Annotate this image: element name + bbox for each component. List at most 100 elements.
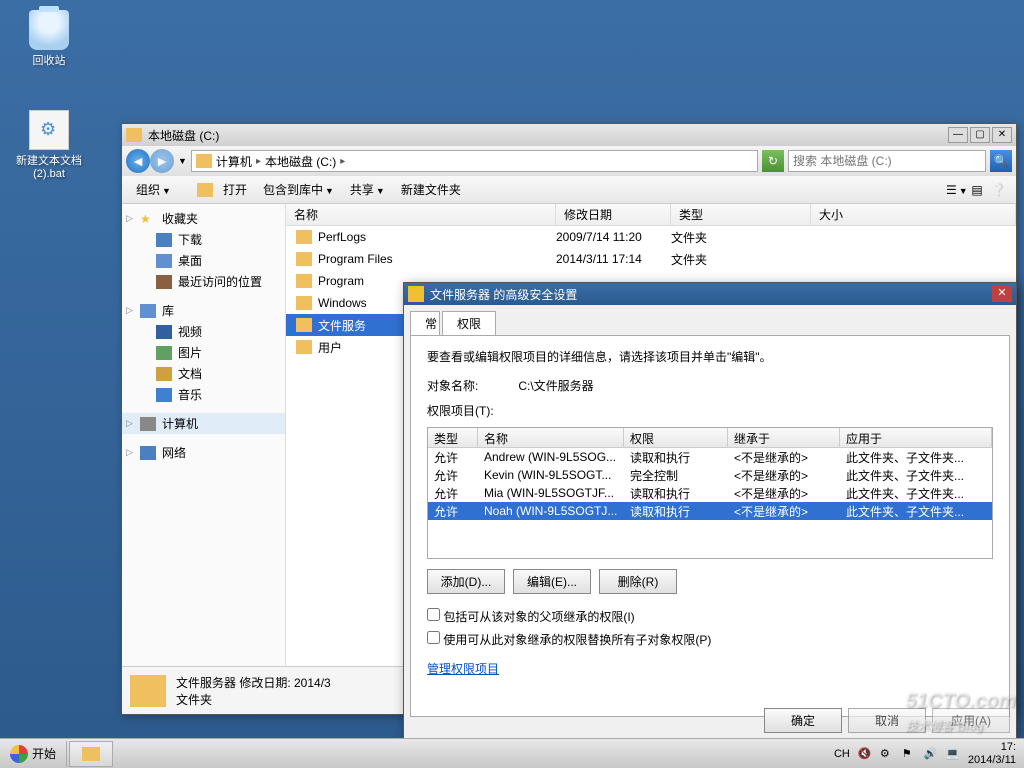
dialog-info: 要查看或编辑权限项目的详细信息，请选择该项目并单击"编辑"。 — [427, 348, 993, 365]
dialog-titlebar[interactable]: 文件服务器 的高级安全设置 ✕ — [404, 283, 1016, 305]
col-size[interactable]: 大小 — [811, 204, 1016, 225]
perm-row[interactable]: 允许Noah (WIN-9L5SOGTJ...读取和执行<不是继承的>此文件夹、… — [428, 502, 992, 520]
search-button[interactable]: 🔍 — [990, 150, 1012, 172]
picture-icon — [156, 346, 172, 360]
remove-button[interactable]: 删除(R) — [599, 569, 677, 594]
cancel-button[interactable]: 取消 — [848, 708, 926, 733]
perm-label: 权限项目(T): — [427, 402, 993, 419]
col-type[interactable]: 类型 — [671, 204, 811, 225]
search-input[interactable] — [793, 154, 981, 168]
open-button[interactable]: 打开 — [217, 179, 253, 200]
bat-file[interactable]: 新建文本文档 (2).bat — [14, 110, 84, 180]
add-button[interactable]: 添加(D)... — [427, 569, 505, 594]
tab-general[interactable]: 常 — [410, 311, 440, 335]
desktop-icon — [156, 254, 172, 268]
permission-table: 类型 名称 权限 继承于 应用于 允许Andrew (WIN-9L5SOG...… — [427, 427, 993, 559]
lang-indicator[interactable]: CH — [834, 748, 850, 760]
forward-button[interactable]: ► — [150, 149, 174, 173]
folder-icon — [296, 230, 312, 244]
col-inherit[interactable]: 继承于 — [728, 428, 840, 447]
sidebar: ★收藏夹 下载 桌面 最近访问的位置 库 视频 图片 文档 音乐 计算机 网络 — [122, 204, 286, 666]
toolbar: 组织▼ 打开 包含到库中▼ 共享▼ 新建文件夹 ☰▼ ▤ ❔ — [122, 176, 1016, 204]
sidebar-doc[interactable]: 文档 — [122, 363, 285, 384]
folder-icon — [296, 296, 312, 310]
share-menu[interactable]: 共享▼ — [344, 179, 391, 200]
tab-permissions[interactable]: 权限 — [442, 311, 496, 335]
tray-icon[interactable]: 🔇 — [858, 747, 872, 761]
clock[interactable]: 17: 2014/3/11 — [968, 741, 1016, 767]
nav-dropdown-icon[interactable]: ▼ — [178, 156, 187, 166]
breadcrumb-drive[interactable]: 本地磁盘 (C:) — [265, 153, 336, 170]
windows-icon — [10, 745, 28, 763]
col-apply[interactable]: 应用于 — [840, 428, 992, 447]
column-headers: 名称 修改日期 类型 大小 — [286, 204, 1016, 226]
col-name[interactable]: 名称 — [286, 204, 556, 225]
folder-icon — [296, 252, 312, 266]
back-button[interactable]: ◄ — [126, 149, 150, 173]
music-icon — [156, 388, 172, 402]
sidebar-computer[interactable]: 计算机 — [122, 413, 285, 434]
window-title: 本地磁盘 (C:) — [148, 127, 948, 144]
col-type[interactable]: 类型 — [428, 428, 478, 447]
col-name[interactable]: 名称 — [478, 428, 624, 447]
address-field[interactable]: 计算机 ▸ 本地磁盘 (C:) ▸ — [191, 150, 758, 172]
refresh-button[interactable]: ↻ — [762, 150, 784, 172]
object-value: C:\文件服务器 — [518, 379, 593, 393]
sidebar-favorites[interactable]: ★收藏夹 — [122, 208, 285, 229]
tray-icon[interactable]: ⚙ — [880, 747, 894, 761]
view-button[interactable]: ☰▼ — [946, 181, 964, 199]
inherit-checkbox[interactable] — [427, 608, 440, 621]
taskbar: 开始 CH 🔇 ⚙ ⚑ 🔊 💻 17: 2014/3/11 — [0, 738, 1024, 768]
system-tray: CH 🔇 ⚙ ⚑ 🔊 💻 17: 2014/3/11 — [826, 741, 1024, 767]
manage-link[interactable]: 管理权限项目 — [427, 662, 499, 676]
edit-button[interactable]: 编辑(E)... — [513, 569, 591, 594]
tray-icon[interactable]: ⚑ — [902, 747, 916, 761]
col-perm[interactable]: 权限 — [624, 428, 728, 447]
recycle-bin[interactable]: 回收站 — [14, 10, 84, 68]
folder-icon — [126, 128, 142, 142]
folder-icon — [296, 318, 312, 332]
folder-icon — [296, 274, 312, 288]
perm-row[interactable]: 允许Kevin (WIN-9L5SOGT...完全控制<不是继承的>此文件夹、子… — [428, 466, 992, 484]
col-date[interactable]: 修改日期 — [556, 204, 671, 225]
sidebar-downloads[interactable]: 下载 — [122, 229, 285, 250]
replace-checkbox[interactable] — [427, 631, 440, 644]
ok-button[interactable]: 确定 — [764, 708, 842, 733]
inherit-checkbox-label[interactable]: 包括可从该对象的父项继承的权限(I) — [427, 608, 993, 625]
newfolder-button[interactable]: 新建文件夹 — [395, 179, 467, 200]
close-button[interactable]: ✕ — [992, 127, 1012, 143]
breadcrumb-arrow-icon: ▸ — [340, 156, 345, 167]
perm-row[interactable]: 允许Andrew (WIN-9L5SOG...读取和执行<不是继承的>此文件夹、… — [428, 448, 992, 466]
start-button[interactable]: 开始 — [0, 741, 67, 767]
shield-icon — [408, 286, 424, 302]
titlebar[interactable]: 本地磁盘 (C:) — ▢ ✕ — [122, 124, 1016, 146]
sidebar-music[interactable]: 音乐 — [122, 384, 285, 405]
sidebar-library[interactable]: 库 — [122, 300, 285, 321]
replace-checkbox-label[interactable]: 使用可从此对象继承的权限替换所有子对象权限(P) — [427, 631, 993, 648]
folder-icon — [130, 675, 166, 707]
help-button[interactable]: ❔ — [990, 181, 1008, 199]
file-row[interactable]: Program Files2014/3/11 17:14文件夹 — [286, 248, 1016, 270]
task-explorer[interactable] — [69, 741, 113, 767]
sidebar-video[interactable]: 视频 — [122, 321, 285, 342]
tray-icon[interactable]: 💻 — [946, 747, 960, 761]
search-field[interactable] — [788, 150, 986, 172]
perm-row[interactable]: 允许Mia (WIN-9L5SOGTJF...读取和执行<不是继承的>此文件夹、… — [428, 484, 992, 502]
breadcrumb-computer[interactable]: 计算机 — [216, 153, 252, 170]
include-menu[interactable]: 包含到库中▼ — [257, 179, 340, 200]
minimize-button[interactable]: — — [948, 127, 968, 143]
sidebar-desktop[interactable]: 桌面 — [122, 250, 285, 271]
maximize-button[interactable]: ▢ — [970, 127, 990, 143]
doc-icon — [156, 367, 172, 381]
status-line1: 文件服务器 修改日期: 2014/3 — [176, 674, 331, 691]
tray-icon[interactable]: 🔊 — [924, 747, 938, 761]
organize-menu[interactable]: 组织▼ — [130, 179, 177, 200]
dialog-close-button[interactable]: ✕ — [992, 286, 1012, 302]
file-row[interactable]: PerfLogs2009/7/14 11:20文件夹 — [286, 226, 1016, 248]
sidebar-picture[interactable]: 图片 — [122, 342, 285, 363]
apply-button[interactable]: 应用(A) — [932, 708, 1010, 733]
preview-button[interactable]: ▤ — [968, 181, 986, 199]
sidebar-network[interactable]: 网络 — [122, 442, 285, 463]
sidebar-recent[interactable]: 最近访问的位置 — [122, 271, 285, 292]
recycle-label: 回收站 — [14, 52, 84, 68]
